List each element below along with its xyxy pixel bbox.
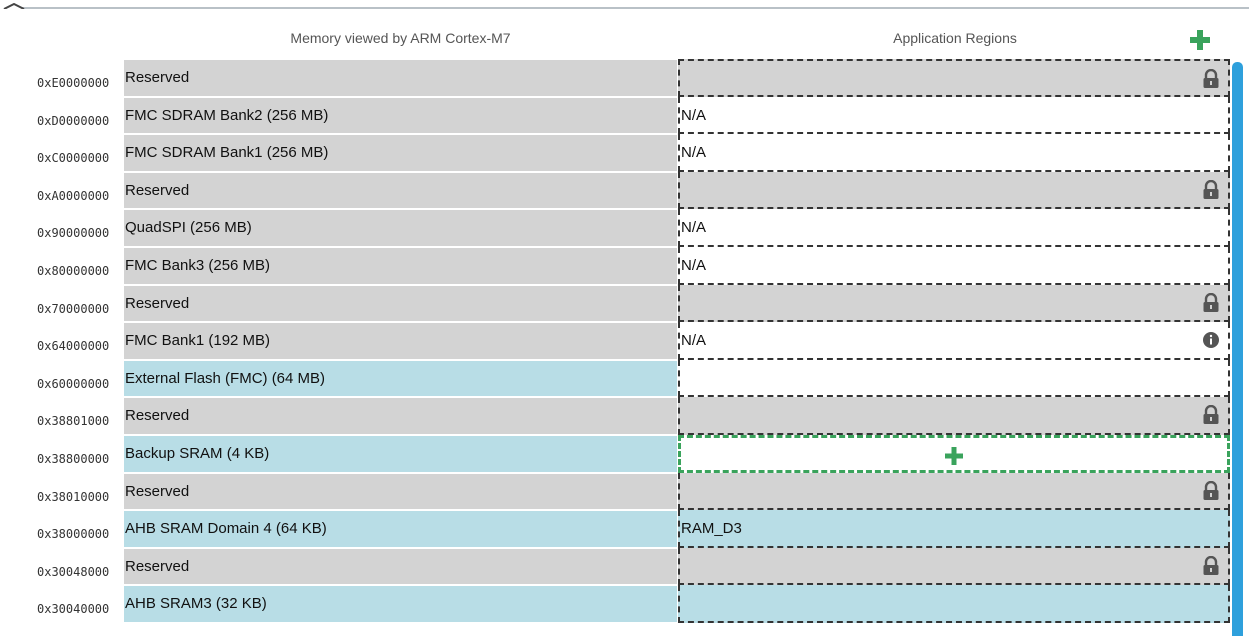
address-label: 0xA0000000 [37, 188, 110, 203]
memory-block[interactable]: Reserved [124, 284, 677, 323]
address-label: 0x38010000 [37, 489, 110, 504]
memory-row: 0x30048000 Reserved [0, 547, 1230, 586]
lock-icon [1202, 555, 1220, 576]
memory-block[interactable]: AHB SRAM Domain 4 (64 KB) [124, 510, 677, 548]
memory-block[interactable]: Reserved [124, 59, 677, 97]
memory-row: 0xE0000000 Reserved [0, 59, 1230, 97]
region-cell[interactable]: N/A [678, 134, 1230, 172]
address-label: 0x38801000 [37, 414, 110, 429]
memory-block[interactable]: Reserved [124, 547, 677, 586]
memory-block[interactable]: Reserved [124, 171, 677, 210]
region-label: N/A [681, 256, 707, 274]
memory-block[interactable]: AHB SRAM3 (32 KB) [124, 585, 677, 623]
memory-block-label: FMC Bank1 (192 MB) [125, 332, 271, 350]
memory-row: 0xC0000000 FMC SDRAM Bank1 (256 MB) N/A [0, 134, 1230, 172]
memory-block-label: Reserved [125, 407, 190, 425]
address-label: 0x90000000 [37, 226, 110, 241]
memory-block[interactable]: Reserved [124, 397, 677, 435]
region-cell[interactable] [678, 59, 1230, 97]
add-region-button[interactable] [1188, 28, 1212, 52]
memory-block-label: QuadSPI (256 MB) [125, 219, 252, 237]
region-cell[interactable]: N/A [678, 322, 1230, 360]
address-label: 0x64000000 [37, 339, 110, 354]
memory-block-label: Reserved [125, 69, 190, 86]
plus-icon[interactable] [943, 445, 965, 467]
memory-block-label: FMC SDRAM Bank1 (256 MB) [125, 144, 329, 162]
address-label: 0x30048000 [37, 564, 110, 579]
memory-block-label: AHB SRAM Domain 4 (64 KB) [125, 520, 327, 538]
region-cell[interactable] [678, 585, 1230, 623]
regions-column-header: Application Regions [893, 30, 1017, 46]
region-cell[interactable]: N/A [678, 246, 1230, 285]
top-divider [22, 7, 1249, 9]
memory-block[interactable]: Backup SRAM (4 KB) [124, 434, 677, 473]
memory-block-label: FMC Bank3 (256 MB) [125, 256, 271, 274]
memory-block-label: FMC SDRAM Bank2 (256 MB) [125, 106, 329, 124]
memory-row: 0x38800000 Backup SRAM (4 KB) [0, 434, 1230, 473]
region-cell[interactable]: RAM_D3 [678, 510, 1230, 548]
address-label: 0xE0000000 [37, 76, 110, 90]
region-label: N/A [681, 144, 707, 162]
address-label: 0x80000000 [37, 263, 110, 278]
memory-block[interactable]: External Flash (FMC) (64 MB) [124, 359, 677, 398]
memory-block-label: External Flash (FMC) (64 MB) [125, 369, 326, 387]
region-label: RAM_D3 [681, 520, 742, 538]
memory-block[interactable]: FMC Bank3 (256 MB) [124, 246, 677, 285]
lock-icon [1202, 292, 1220, 313]
plus-icon [1190, 30, 1210, 50]
region-label: N/A [681, 219, 707, 237]
memory-block[interactable]: FMC SDRAM Bank2 (256 MB) [124, 96, 677, 135]
memory-row: 0xA0000000 Reserved [0, 171, 1230, 210]
memory-row: 0x60000000 External Flash (FMC) (64 MB) [0, 359, 1230, 398]
region-label: N/A [681, 106, 707, 124]
memory-column-header: Memory viewed by ARM Cortex-M7 [290, 30, 511, 46]
address-label: 0xC0000000 [37, 151, 110, 166]
region-label: N/A [681, 332, 707, 350]
memory-row: 0x64000000 FMC Bank1 (192 MB) N/A [0, 322, 1230, 360]
address-label: 0x70000000 [37, 301, 110, 316]
memory-row: 0x90000000 QuadSPI (256 MB) N/A [0, 209, 1230, 247]
memory-row: 0x38000000 AHB SRAM Domain 4 (64 KB) RAM_D… [0, 510, 1230, 548]
lock-icon [1202, 69, 1220, 89]
memory-block-label: Reserved [125, 294, 190, 312]
lock-icon [1202, 480, 1220, 501]
info-icon[interactable] [1202, 330, 1220, 350]
memory-map-grid: 0xE0000000 Reserved 0xD0000000 FMC SDRAM Ba… [0, 59, 1230, 623]
memory-block[interactable]: FMC Bank1 (192 MB) [124, 322, 677, 360]
memory-block[interactable]: FMC SDRAM Bank1 (256 MB) [124, 134, 677, 172]
region-cell[interactable]: N/A [678, 209, 1230, 247]
region-cell[interactable] [678, 359, 1230, 398]
memory-block[interactable]: QuadSPI (256 MB) [124, 209, 677, 247]
memory-block-label: Reserved [125, 557, 190, 575]
region-cell[interactable]: N/A [678, 96, 1230, 135]
address-label: 0x38000000 [37, 527, 110, 542]
lock-icon [1202, 179, 1220, 200]
memory-row: 0x30040000 AHB SRAM3 (32 KB) [0, 585, 1230, 623]
memory-row: 0x38801000 Reserved [0, 397, 1230, 435]
region-cell[interactable] [678, 547, 1230, 586]
region-cell[interactable] [678, 472, 1230, 511]
memory-row: 0x70000000 Reserved [0, 284, 1230, 323]
address-label: 0x60000000 [37, 376, 110, 391]
address-label: 0x38800000 [37, 451, 110, 466]
region-cell[interactable] [678, 397, 1230, 435]
memory-block[interactable]: Reserved [124, 472, 677, 511]
region-cell[interactable] [678, 171, 1230, 210]
memory-block-label: Reserved [125, 181, 190, 199]
memory-row: 0xD0000000 FMC SDRAM Bank2 (256 MB) N/A [0, 96, 1230, 135]
address-label: 0xD0000000 [37, 113, 110, 128]
region-drop-zone[interactable] [678, 434, 1230, 473]
memory-block-label: AHB SRAM3 (32 KB) [125, 595, 267, 613]
lock-icon [1202, 405, 1220, 425]
collapse-handle-icon[interactable] [0, 3, 30, 9]
memory-row: 0x38010000 Reserved [0, 472, 1230, 511]
region-cell[interactable] [678, 284, 1230, 323]
memory-block-label: Backup SRAM (4 KB) [125, 444, 270, 462]
memory-row: 0x80000000 FMC Bank3 (256 MB) N/A [0, 246, 1230, 285]
memory-block-label: Reserved [125, 482, 190, 500]
address-label: 0x30040000 [37, 602, 110, 617]
scrollbar-thumb[interactable] [1232, 62, 1243, 636]
